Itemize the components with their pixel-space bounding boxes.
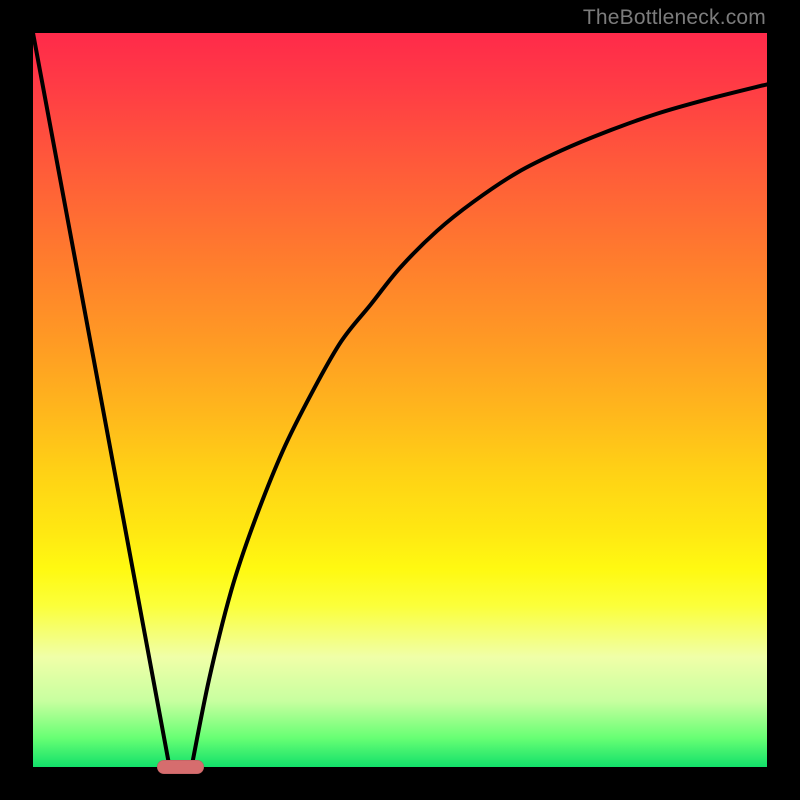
attribution-text: TheBottleneck.com bbox=[583, 6, 766, 30]
plot-area bbox=[33, 33, 767, 767]
curve-right-segment bbox=[192, 84, 767, 767]
curve-left-segment bbox=[33, 33, 170, 767]
optimal-marker bbox=[157, 760, 205, 774]
bottleneck-curve bbox=[33, 33, 767, 767]
chart-frame: TheBottleneck.com bbox=[0, 0, 800, 800]
